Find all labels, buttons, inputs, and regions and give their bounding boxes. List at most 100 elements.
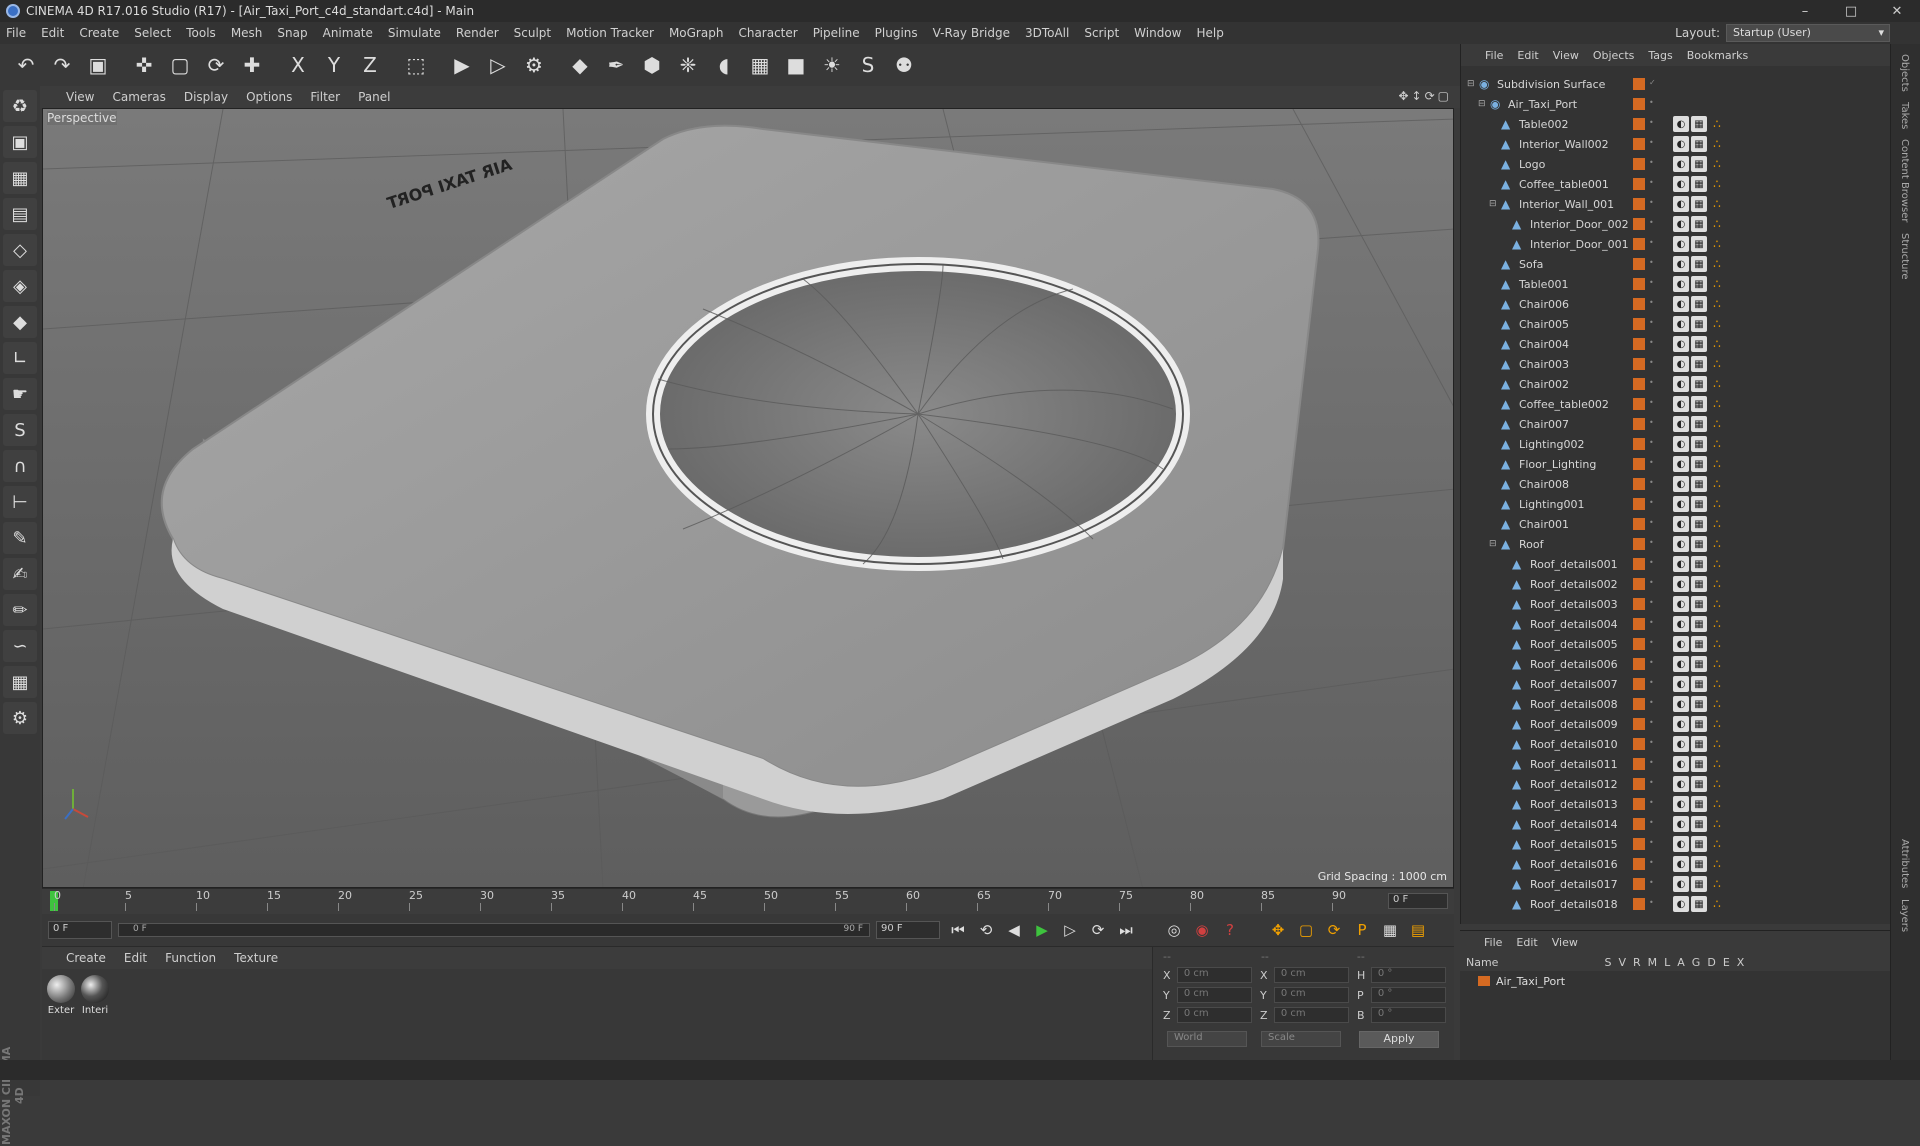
texture-tag-icon[interactable]: ▦ [1691,196,1707,212]
layer-color-swatch[interactable] [1633,638,1645,650]
coord-value-field[interactable]: 0 ° [1370,967,1446,983]
visibility-dots-icon[interactable]: • [1649,838,1654,847]
go-to-end-icon[interactable]: ⏭ [1114,918,1138,942]
live-select-icon[interactable]: ✚ [236,49,268,81]
material-tag-icon[interactable]: ◐ [1673,836,1689,852]
layer-color-swatch[interactable] [1633,398,1645,410]
prev-frame-icon[interactable]: ◀ [1002,918,1026,942]
object-row[interactable]: ▲ Roof_details006 • ◐ ▦ ∴ [1461,654,1891,674]
menu-v-ray-bridge[interactable]: V-Ray Bridge [933,26,1010,40]
material-menu-create[interactable]: Create [66,951,106,965]
viewport-menu-panel[interactable]: Panel [358,90,390,104]
texture-tag-icon[interactable]: ▦ [1691,616,1707,632]
material-tag-icon[interactable]: ◐ [1673,696,1689,712]
move-icon[interactable]: ✜ [128,49,160,81]
object-row[interactable]: ▲ Interior_Door_001 • ◐ ▦ ∴ [1461,234,1891,254]
selection-tag-icon[interactable]: ∴ [1709,896,1725,912]
python-icon[interactable]: ⚉ [888,49,920,81]
pen-icon[interactable]: ✒ [600,49,632,81]
texture-tag-icon[interactable]: ▦ [1691,456,1707,472]
object-row[interactable]: ▲ Roof_details007 • ◐ ▦ ∴ [1461,674,1891,694]
object-row[interactable]: ▲ Chair005 • ◐ ▦ ∴ [1461,314,1891,334]
points-mode-icon[interactable]: ◇ [3,234,37,266]
texture-tag-icon[interactable]: ▦ [1691,276,1707,292]
auto-key-icon[interactable]: ? [1218,918,1242,942]
material-menu-edit[interactable]: Edit [124,951,147,965]
menu-motion-tracker[interactable]: Motion Tracker [566,26,654,40]
material-tag-icon[interactable]: ◐ [1673,716,1689,732]
texture-tag-icon[interactable]: ▦ [1691,856,1707,872]
texture-tag-icon[interactable]: ▦ [1691,136,1707,152]
make-editable-icon[interactable]: ♻ [3,90,37,122]
layer-color-swatch[interactable] [1633,898,1645,910]
selection-tag-icon[interactable]: ∴ [1709,176,1725,192]
side-tab-structure[interactable]: Structure [1899,233,1910,280]
visibility-dots-icon[interactable]: • [1649,738,1654,747]
selection-tag-icon[interactable]: ∴ [1709,196,1725,212]
polygons-mode-icon[interactable]: ◆ [3,306,37,338]
layer-color-swatch[interactable] [1633,438,1645,450]
selection-tag-icon[interactable]: ∴ [1709,756,1725,772]
visibility-dots-icon[interactable]: • [1649,538,1654,547]
material-swatch[interactable]: Interi [78,975,112,1016]
visibility-dots-icon[interactable]: • [1649,518,1654,527]
material-tag-icon[interactable]: ◐ [1673,516,1689,532]
layer-menu-edit[interactable]: Edit [1516,936,1537,949]
selection-tag-icon[interactable]: ∴ [1709,776,1725,792]
object-row[interactable]: ▲ Sofa • ◐ ▦ ∴ [1461,254,1891,274]
texture-tag-icon[interactable]: ▦ [1691,176,1707,192]
material-menu-function[interactable]: Function [165,951,216,965]
key-pla-icon[interactable]: ▦ [1378,918,1402,942]
next-frame-icon[interactable]: ▷ [1058,918,1082,942]
render-view-icon[interactable]: ▶ [446,49,478,81]
material-tag-icon[interactable]: ◐ [1673,636,1689,652]
visibility-dots-icon[interactable]: ✓ [1649,78,1656,87]
layer-row[interactable]: Air_Taxi_Port [1460,971,1890,991]
object-row[interactable]: ⊟ ▲ Interior_Wall_001 • ◐ ▦ ∴ [1461,194,1891,214]
texture-tag-icon[interactable]: ▦ [1691,736,1707,752]
visibility-dots-icon[interactable]: • [1649,578,1654,587]
workplane-icon[interactable]: ⊢ [3,486,37,518]
selection-tag-icon[interactable]: ∴ [1709,696,1725,712]
selection-tag-icon[interactable]: ∴ [1709,736,1725,752]
selection-tag-icon[interactable]: ∴ [1709,236,1725,252]
texture-tag-icon[interactable]: ▦ [1691,116,1707,132]
visibility-dots-icon[interactable]: • [1649,378,1654,387]
axis-mode-icon[interactable]: ∟ [3,342,37,374]
record-icon[interactable]: ◉ [1190,918,1214,942]
selection-tag-icon[interactable]: ∴ [1709,616,1725,632]
texture-tag-icon[interactable]: ▦ [1691,436,1707,452]
selection-tag-icon[interactable]: ∴ [1709,156,1725,172]
selection-tag-icon[interactable]: ∴ [1709,536,1725,552]
render-settings-icon[interactable]: ⚙ [518,49,550,81]
visibility-dots-icon[interactable]: • [1649,218,1654,227]
layer-color-swatch[interactable] [1633,338,1645,350]
side-tab-layers[interactable]: Layers [1899,899,1910,932]
material-tag-icon[interactable]: ◐ [1673,596,1689,612]
texture-tag-icon[interactable]: ▦ [1691,676,1707,692]
visibility-dots-icon[interactable]: • [1649,118,1654,127]
coord-value-field[interactable]: 0 ° [1370,987,1446,1003]
menu-select[interactable]: Select [134,26,171,40]
object-row[interactable]: ▲ Chair004 • ◐ ▦ ∴ [1461,334,1891,354]
material-tag-icon[interactable]: ◐ [1673,356,1689,372]
material-tag-icon[interactable]: ◐ [1673,896,1689,912]
menu-help[interactable]: Help [1196,26,1223,40]
perspective-viewport[interactable]: AIR TAXI PORT Perspective Grid Spacing :… [42,108,1454,888]
material-tag-icon[interactable]: ◐ [1673,116,1689,132]
selection-tag-icon[interactable]: ∴ [1709,596,1725,612]
material-tag-icon[interactable]: ◐ [1673,416,1689,432]
material-tag-icon[interactable]: ◐ [1673,616,1689,632]
side-tab-content-browser[interactable]: Content Browser [1899,139,1910,222]
object-row[interactable]: ▲ Roof_details015 • ◐ ▦ ∴ [1461,834,1891,854]
viewport-menu-display[interactable]: Display [184,90,228,104]
sketch-icon[interactable]: S [852,49,884,81]
side-tab-objects[interactable]: Objects [1899,54,1910,92]
visibility-dots-icon[interactable]: • [1649,498,1654,507]
object-row[interactable]: ▲ Roof_details005 • ◐ ▦ ∴ [1461,634,1891,654]
expand-toggle-icon[interactable]: ⊟ [1478,99,1490,109]
preview-range-slider[interactable]: 0 F 90 F [118,923,870,937]
visibility-dots-icon[interactable]: • [1649,818,1654,827]
side-tab-attributes[interactable]: Attributes [1899,839,1910,888]
material-tag-icon[interactable]: ◐ [1673,676,1689,692]
